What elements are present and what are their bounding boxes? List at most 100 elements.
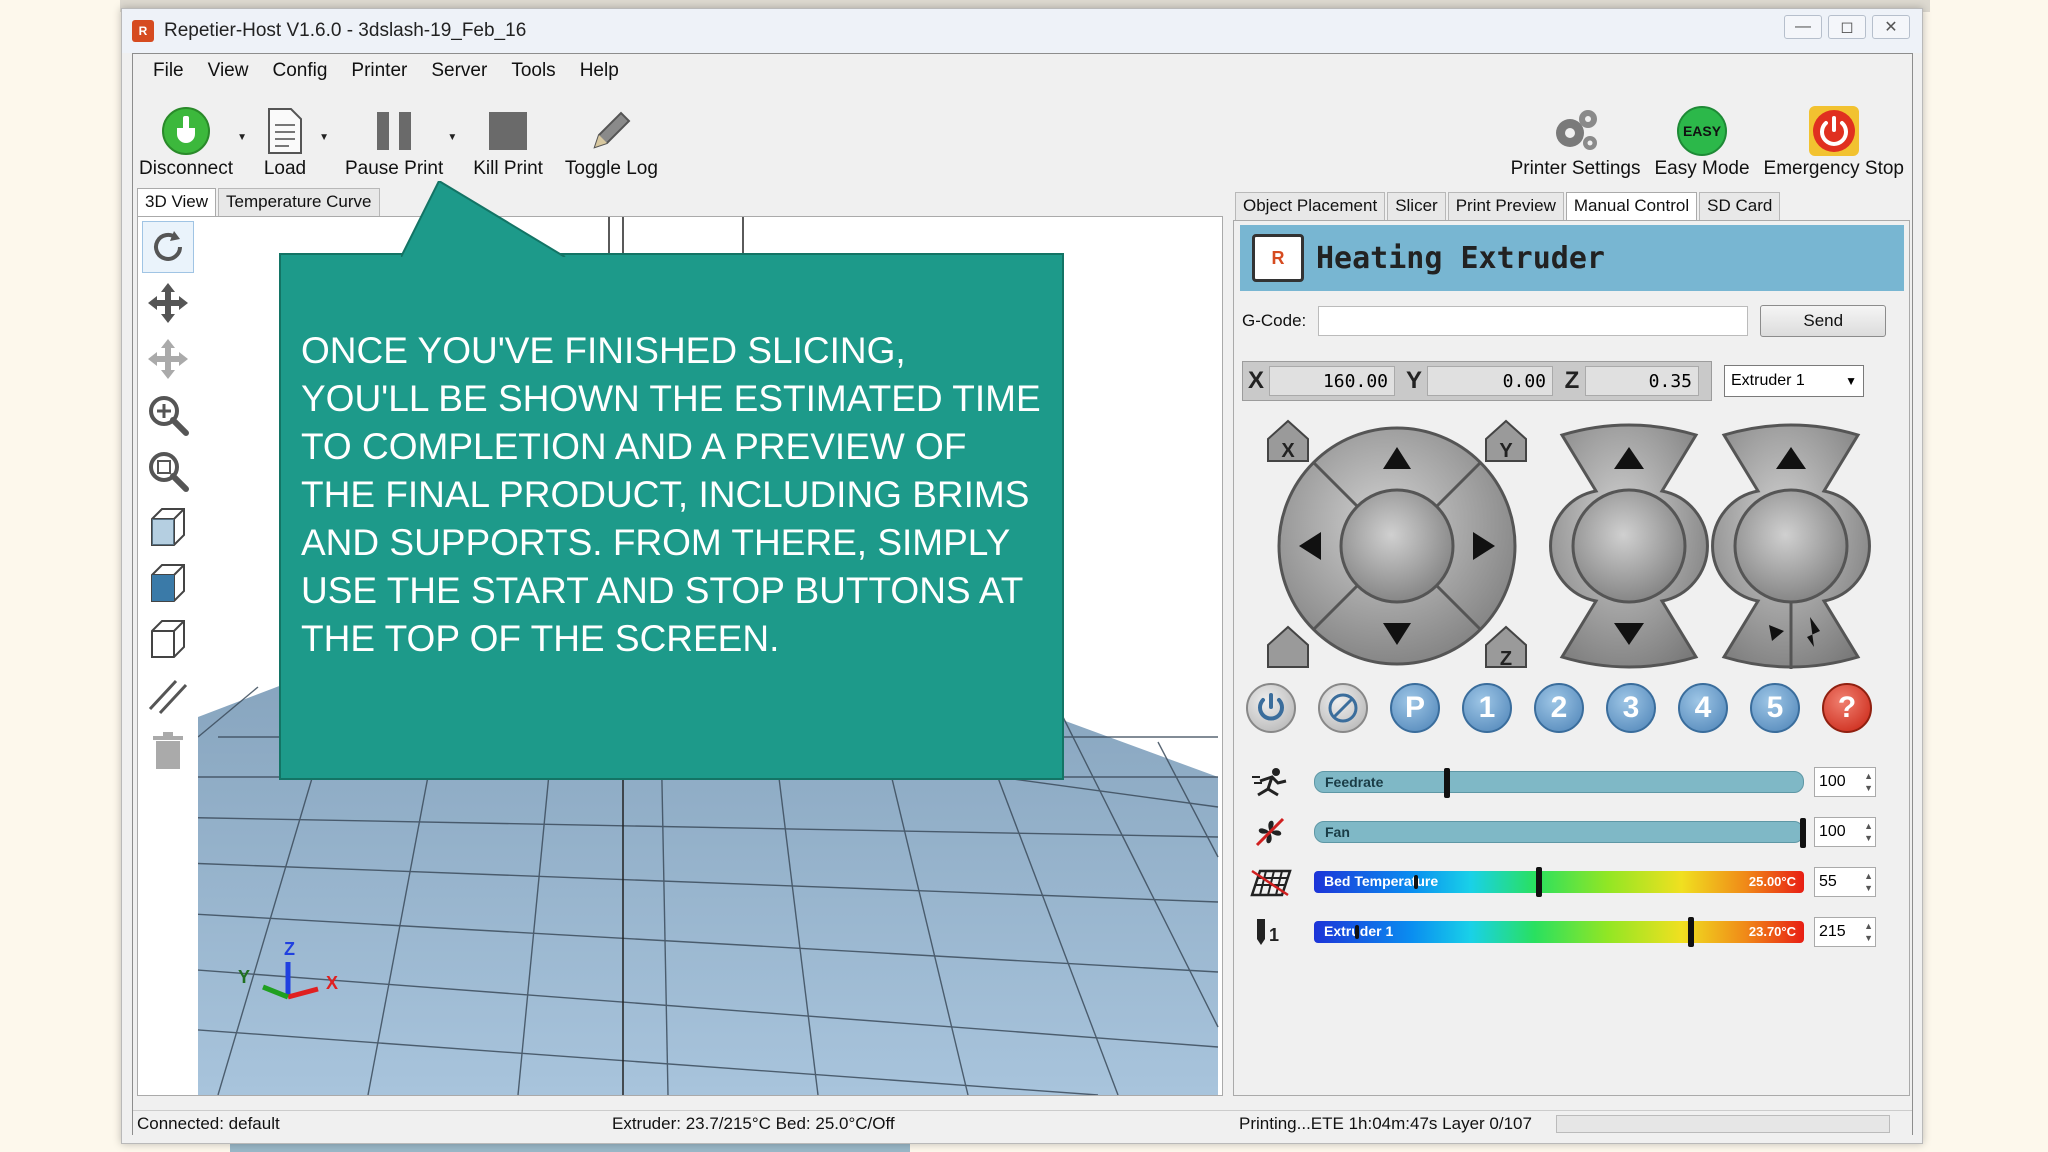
menu-server[interactable]: Server bbox=[421, 56, 497, 86]
bed-target-thumb[interactable] bbox=[1536, 867, 1543, 897]
heated-bed-icon bbox=[1246, 865, 1294, 899]
tab-manual-control[interactable]: Manual Control bbox=[1565, 192, 1698, 220]
window-title: Repetier-Host V1.6.0 - 3dslash-19_Feb_16 bbox=[164, 20, 527, 41]
extruder-current-temperature: 23.70°C bbox=[1748, 924, 1796, 939]
maximize-button[interactable]: ◻ bbox=[1828, 15, 1866, 39]
chevron-down-icon[interactable]: ▼ bbox=[447, 132, 457, 143]
iso-view-button[interactable] bbox=[142, 501, 194, 553]
z-jog-pad[interactable] bbox=[1549, 423, 1709, 669]
title-bar: R Repetier-Host V1.6.0 - 3dslash-19_Feb_… bbox=[122, 9, 1922, 53]
extruder-select[interactable]: Extruder 1 ▼ bbox=[1724, 365, 1864, 397]
parallel-projection-button[interactable] bbox=[142, 669, 194, 721]
load-button[interactable]: Load ▼ bbox=[255, 106, 329, 186]
home-all-button[interactable] bbox=[1267, 625, 1309, 668]
chevron-down-icon: ▼ bbox=[1845, 374, 1857, 388]
disconnect-button[interactable]: Disconnect ▼ bbox=[139, 106, 247, 186]
move-object-icon bbox=[148, 339, 188, 379]
view-tools bbox=[138, 217, 198, 1095]
preset-1-button[interactable]: 1 bbox=[1462, 683, 1512, 733]
pause-print-button[interactable]: Pause Print ▼ bbox=[345, 106, 457, 186]
tab-3d-view[interactable]: 3D View bbox=[137, 188, 216, 216]
fan-slider[interactable]: Fan bbox=[1314, 818, 1806, 848]
preset-4-button[interactable]: 4 bbox=[1678, 683, 1728, 733]
menu-config[interactable]: Config bbox=[262, 56, 337, 86]
menu-tools[interactable]: Tools bbox=[501, 56, 565, 86]
extruder-temperature-row: 1 Extruder 1 23.70°C 215 ▲ ▼ bbox=[1246, 915, 1876, 949]
home-z-button[interactable]: Z bbox=[1485, 625, 1527, 670]
extruder-jog-pad[interactable] bbox=[1711, 423, 1871, 669]
top-view-button[interactable] bbox=[142, 613, 194, 665]
menu-file[interactable]: File bbox=[143, 56, 194, 86]
fan-off-button[interactable] bbox=[1318, 683, 1368, 733]
power-button[interactable] bbox=[1246, 683, 1296, 733]
gcode-input[interactable] bbox=[1318, 306, 1749, 336]
emergency-stop-button[interactable]: Emergency Stop bbox=[1764, 106, 1904, 186]
connection-status: Connected: default bbox=[137, 1114, 280, 1133]
feedrate-row: Feedrate 100 ▲ ▼ bbox=[1246, 765, 1876, 799]
menu-help[interactable]: Help bbox=[570, 56, 629, 86]
cube-front-icon bbox=[151, 564, 185, 602]
extruder-temperature-slider[interactable]: Extruder 1 23.70°C bbox=[1314, 917, 1804, 947]
disconnect-label: Disconnect bbox=[139, 158, 233, 179]
menu-printer[interactable]: Printer bbox=[341, 56, 417, 86]
easy-mode-icon: EASY bbox=[1677, 106, 1727, 156]
spinner-arrows-icon[interactable]: ▲ ▼ bbox=[1864, 820, 1873, 844]
home-y-button[interactable]: Y bbox=[1485, 419, 1527, 462]
kill-print-button[interactable]: Kill Print bbox=[473, 106, 543, 186]
bed-current-marker bbox=[1413, 875, 1418, 889]
stop-icon bbox=[489, 112, 528, 150]
send-button[interactable]: Send bbox=[1760, 305, 1887, 337]
front-view-button[interactable] bbox=[142, 557, 194, 609]
spinner-arrows-icon[interactable]: ▲ ▼ bbox=[1864, 770, 1873, 794]
delete-button[interactable] bbox=[142, 725, 194, 777]
extruder-select-value: Extruder 1 bbox=[1731, 372, 1805, 389]
move-view-button[interactable] bbox=[142, 277, 194, 329]
tab-object-placement[interactable]: Object Placement bbox=[1235, 192, 1386, 220]
feedrate-slider[interactable]: Feedrate bbox=[1314, 768, 1804, 798]
chevron-down-icon[interactable]: ▼ bbox=[319, 132, 329, 143]
printer-settings-button[interactable]: Printer Settings bbox=[1511, 106, 1640, 186]
running-man-icon bbox=[1246, 765, 1294, 799]
extruder-target-thumb[interactable] bbox=[1688, 917, 1695, 947]
zoom-button[interactable] bbox=[142, 389, 194, 441]
xy-jog-pad[interactable] bbox=[1277, 426, 1517, 666]
minimize-button[interactable]: — bbox=[1784, 15, 1822, 39]
fan-input[interactable]: 100 ▲ ▼ bbox=[1814, 817, 1876, 847]
home-x-button[interactable]: X bbox=[1267, 419, 1309, 462]
preset-3-button[interactable]: 3 bbox=[1606, 683, 1656, 733]
fit-view-button[interactable] bbox=[142, 445, 194, 497]
easy-mode-label: Easy Mode bbox=[1654, 158, 1750, 179]
feedrate-input[interactable]: 100 ▲ ▼ bbox=[1814, 767, 1876, 797]
preset-2-button[interactable]: 2 bbox=[1534, 683, 1584, 733]
feedrate-thumb[interactable] bbox=[1443, 768, 1450, 798]
tab-temperature-curve[interactable]: Temperature Curve bbox=[218, 188, 380, 216]
document-icon bbox=[268, 108, 302, 154]
bed-temperature-input[interactable]: 55 ▲ ▼ bbox=[1814, 867, 1876, 897]
close-button[interactable]: ✕ bbox=[1872, 15, 1910, 39]
extruder-temperature-input[interactable]: 215 ▲ ▼ bbox=[1814, 917, 1876, 947]
bed-temperature-label: Bed Temperature bbox=[1324, 873, 1439, 889]
fan-row: Fan 100 ▲ ▼ bbox=[1246, 815, 1876, 849]
park-button[interactable]: P bbox=[1390, 683, 1440, 733]
bed-temperature-slider[interactable]: Bed Temperature 25.00°C bbox=[1314, 867, 1804, 897]
fan-thumb[interactable] bbox=[1800, 818, 1806, 848]
svg-text:Y: Y bbox=[1499, 440, 1513, 462]
tab-sd-card[interactable]: SD Card bbox=[1699, 192, 1781, 220]
svg-text:1: 1 bbox=[1269, 925, 1279, 945]
tab-print-preview[interactable]: Print Preview bbox=[1447, 192, 1564, 220]
chevron-down-icon[interactable]: ▼ bbox=[237, 132, 247, 143]
help-button[interactable]: ? bbox=[1822, 683, 1872, 733]
move-object-button[interactable] bbox=[142, 333, 194, 385]
spinner-arrows-icon[interactable]: ▲ ▼ bbox=[1864, 870, 1873, 894]
spinner-arrows-icon[interactable]: ▲ ▼ bbox=[1864, 920, 1873, 944]
zoom-fit-icon bbox=[149, 452, 189, 492]
tab-slicer[interactable]: Slicer bbox=[1387, 192, 1446, 220]
rotate-button[interactable] bbox=[142, 221, 194, 273]
menu-view[interactable]: View bbox=[198, 56, 259, 86]
extruder-temperature-value: 215 bbox=[1819, 923, 1846, 940]
preset-5-button[interactable]: 5 bbox=[1750, 683, 1800, 733]
toggle-log-button[interactable]: Toggle Log bbox=[565, 106, 658, 186]
left-tabs: 3D View Temperature Curve bbox=[137, 188, 382, 216]
gcode-row: G-Code: Send bbox=[1242, 305, 1887, 337]
easy-mode-button[interactable]: EASY Easy Mode bbox=[1654, 106, 1750, 186]
